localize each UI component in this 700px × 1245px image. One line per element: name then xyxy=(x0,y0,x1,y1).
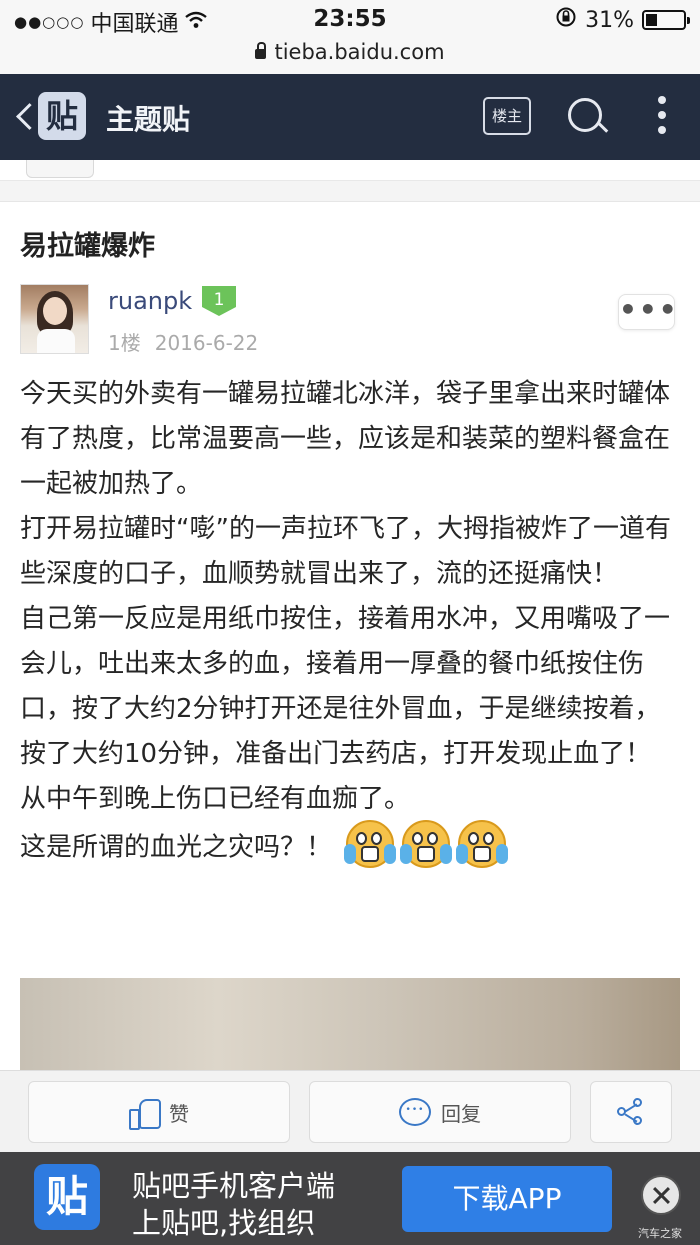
search-icon[interactable] xyxy=(566,96,608,138)
author-name[interactable]: ruanpk xyxy=(108,287,192,315)
section-divider xyxy=(0,180,700,202)
post-paragraph: 今天买的外卖有一罐易拉罐北冰洋，袋子里拿出来时罐体有了热度，比常温要高一些，应该… xyxy=(20,379,671,499)
url-bar[interactable]: tieba.baidu.com xyxy=(0,40,700,74)
reply-label: 回复 xyxy=(441,1101,481,1126)
lock-icon xyxy=(255,42,267,59)
scared-emoji-icon xyxy=(456,818,509,870)
scared-emoji-icon xyxy=(400,818,453,870)
post-action-bar: 赞 回复 xyxy=(0,1070,700,1152)
close-icon[interactable] xyxy=(641,1175,681,1215)
url-text: tieba.baidu.com xyxy=(274,40,445,64)
share-icon xyxy=(615,1096,647,1128)
tieba-logo[interactable]: 贴 xyxy=(38,92,86,140)
collapsed-tab[interactable] xyxy=(26,160,94,178)
download-app-button[interactable]: 下载APP xyxy=(402,1166,612,1232)
post-last-line: 这是所谓的血光之灾吗？！ xyxy=(20,820,682,874)
banner-subtitle: 上贴吧,找组织 xyxy=(132,1206,316,1240)
page-title: 主题贴 xyxy=(106,103,191,136)
reply-button[interactable]: 回复 xyxy=(309,1081,571,1143)
battery-icon xyxy=(642,10,690,30)
comment-icon xyxy=(399,1098,431,1126)
post-more-button[interactable]: ••• xyxy=(618,294,677,330)
level-badge: 1 xyxy=(202,286,236,316)
thumbs-up-icon xyxy=(129,1097,161,1130)
top-nav-bar: 贴 主题贴 楼主 xyxy=(0,74,700,160)
floor-number: 1楼 xyxy=(108,331,141,355)
app-download-banner: 贴 贴吧手机客户端 上贴吧,找组织 下载APP xyxy=(0,1152,700,1245)
status-right: 31% xyxy=(555,6,690,34)
post-title: 易拉罐爆炸 xyxy=(20,231,155,262)
post-paragraph: 从中午到晚上伤口已经有血痂了。 xyxy=(20,784,411,814)
tieba-app-logo[interactable]: 贴 xyxy=(34,1164,100,1230)
post-date: 2016-6-22 xyxy=(154,331,259,355)
more-vertical-icon[interactable] xyxy=(654,96,670,140)
post-body: 今天买的外卖有一罐易拉罐北冰洋，袋子里拿出来时罐体有了热度，比常温要高一些，应该… xyxy=(20,372,682,874)
battery-fill xyxy=(646,14,658,26)
scared-emoji-icon xyxy=(344,818,397,870)
emoji-group xyxy=(344,818,509,870)
like-button[interactable]: 赞 xyxy=(28,1081,290,1143)
post-paragraph: 打开易拉罐时“嘭”的一声拉环飞了，大拇指被炸了一道有些深度的口子，血顺势就冒出来… xyxy=(20,514,671,589)
back-icon[interactable] xyxy=(14,101,38,131)
post-paragraph: 自己第一反应是用纸巾按住，接着用水冲，又用嘴吸了一会儿，吐出来太多的血，接着用一… xyxy=(20,604,671,769)
like-label: 赞 xyxy=(169,1101,189,1126)
battery-percent: 31% xyxy=(585,7,634,33)
status-bar: ●●○○○ 中国联通 23:55 31% xyxy=(0,0,700,40)
watermark: 汽车之家 xyxy=(638,1227,682,1240)
only-op-button[interactable]: 楼主 xyxy=(483,97,531,135)
orientation-lock-icon xyxy=(555,6,577,34)
share-button[interactable] xyxy=(590,1081,672,1143)
avatar[interactable] xyxy=(20,284,89,354)
post-paragraph: 这是所谓的血光之灾吗？！ xyxy=(20,832,333,863)
post-meta: 1楼 2016-6-22 xyxy=(108,327,258,356)
banner-title: 贴吧手机客户端 xyxy=(132,1169,336,1203)
